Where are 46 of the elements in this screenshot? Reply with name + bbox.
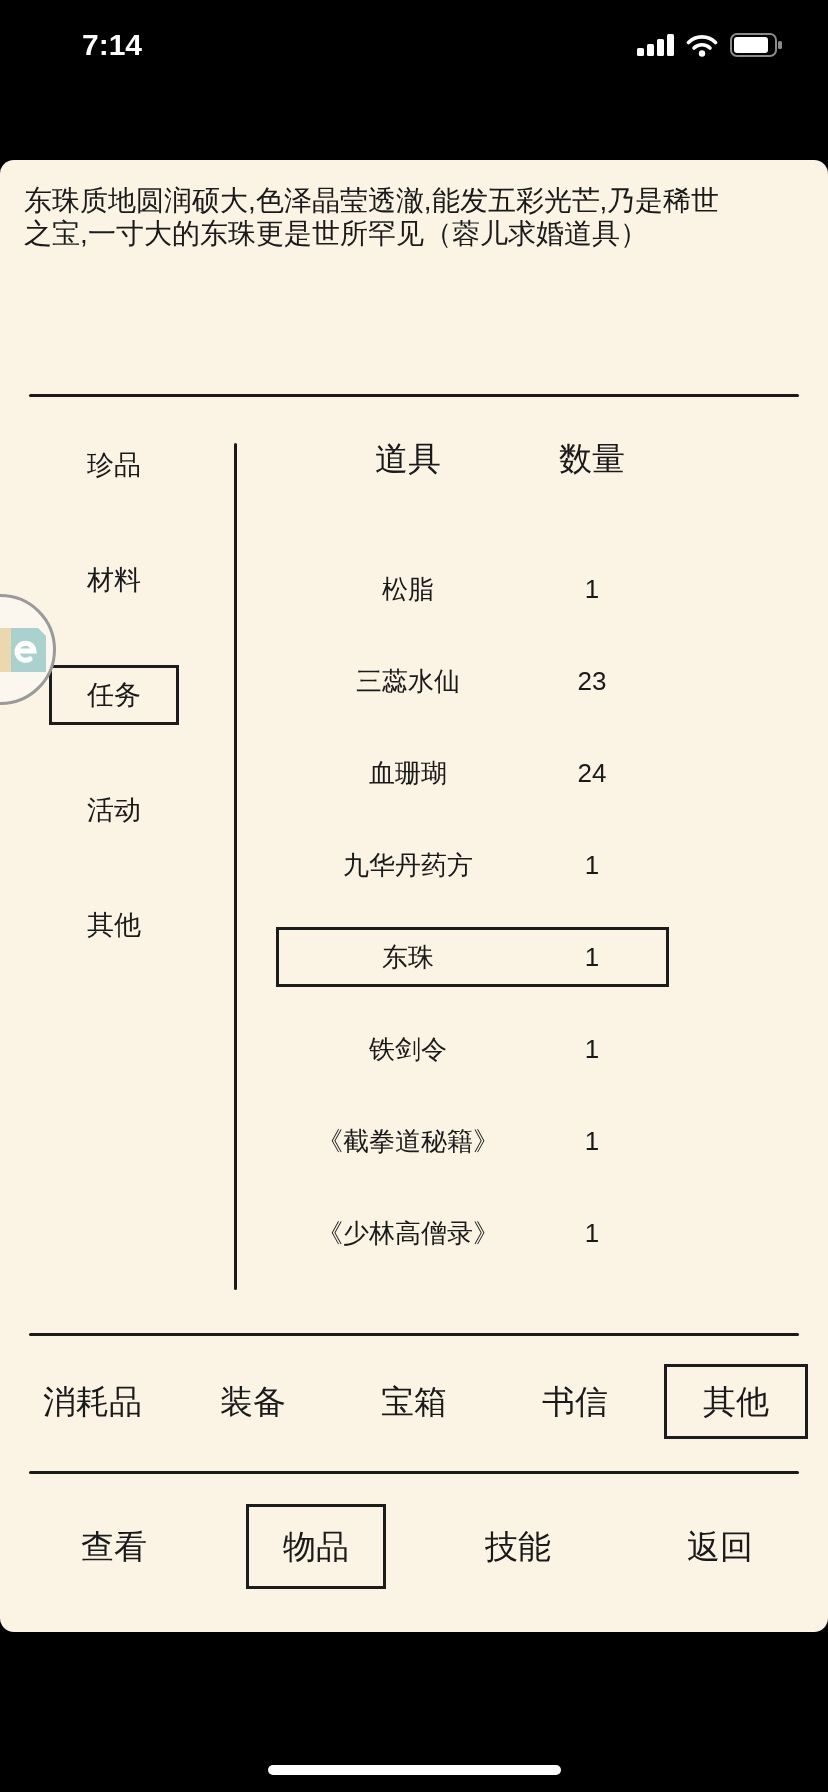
item-name: 《少林高僧录》 — [317, 1217, 499, 1249]
item-row[interactable]: 松脂 1 — [276, 559, 669, 619]
item-count: 24 — [577, 757, 607, 789]
item-row[interactable]: 铁剑令 1 — [276, 1019, 669, 1079]
item-type-tab[interactable]: 消耗品 — [20, 1364, 164, 1439]
item-name: 《截拳道秘籍》 — [317, 1125, 499, 1157]
item-name: 九华丹药方 — [343, 849, 473, 881]
category-tab[interactable]: 任务 — [49, 665, 179, 725]
menu-tab[interactable]: 物品 — [246, 1504, 386, 1589]
item-row[interactable]: 《少林高僧录》 1 — [276, 1203, 669, 1263]
item-count: 23 — [577, 665, 607, 697]
item-count: 1 — [584, 1033, 600, 1065]
menu-tab[interactable]: 技能 — [448, 1504, 588, 1589]
item-name: 血珊瑚 — [369, 757, 447, 789]
category-tab[interactable]: 珍品 — [49, 435, 179, 495]
item-name: 松脂 — [382, 573, 434, 605]
column-header: 数量 — [559, 439, 625, 479]
item-name: 东珠 — [382, 941, 434, 973]
category-tab[interactable]: 其他 — [49, 895, 179, 955]
item-row[interactable]: 《截拳道秘籍》 1 — [276, 1111, 669, 1171]
item-row[interactable]: 三蕊水仙 23 — [276, 651, 669, 711]
item-count: 1 — [584, 849, 600, 881]
item-row[interactable]: 东珠 1 — [276, 927, 669, 987]
status-time: 7:14 — [82, 30, 143, 60]
item-count: 1 — [584, 573, 600, 605]
item-name: 三蕊水仙 — [356, 665, 460, 697]
menu-tab[interactable]: 查看 — [44, 1504, 184, 1589]
item-type-tab[interactable]: 书信 — [503, 1364, 647, 1439]
item-row[interactable]: 血珊瑚 24 — [276, 743, 669, 803]
category-tab[interactable]: 材料 — [49, 550, 179, 610]
category-tab[interactable]: 活动 — [49, 780, 179, 840]
menu-tab[interactable]: 返回 — [650, 1504, 790, 1589]
app-logo-icon — [0, 627, 46, 672]
cellular-signal-icon — [637, 34, 674, 56]
item-type-tab[interactable]: 装备 — [181, 1364, 325, 1439]
item-description: 东珠质地圆润硕大,色泽晶莹透澈,能发五彩光芒,乃是稀世之宝,一寸大的东珠更是世所罕见（蓉儿求婚道具） — [24, 184, 721, 250]
item-count: 1 — [584, 1217, 600, 1249]
item-type-tab[interactable]: 宝箱 — [342, 1364, 486, 1439]
battery-icon — [730, 33, 783, 57]
wifi-icon — [686, 33, 718, 57]
item-count: 1 — [584, 1125, 600, 1157]
item-name: 铁剑令 — [369, 1033, 447, 1065]
item-count: 1 — [584, 941, 600, 973]
item-type-tab[interactable]: 其他 — [664, 1364, 808, 1439]
column-header: 道具 — [375, 439, 441, 479]
item-row[interactable]: 九华丹药方 1 — [276, 835, 669, 895]
